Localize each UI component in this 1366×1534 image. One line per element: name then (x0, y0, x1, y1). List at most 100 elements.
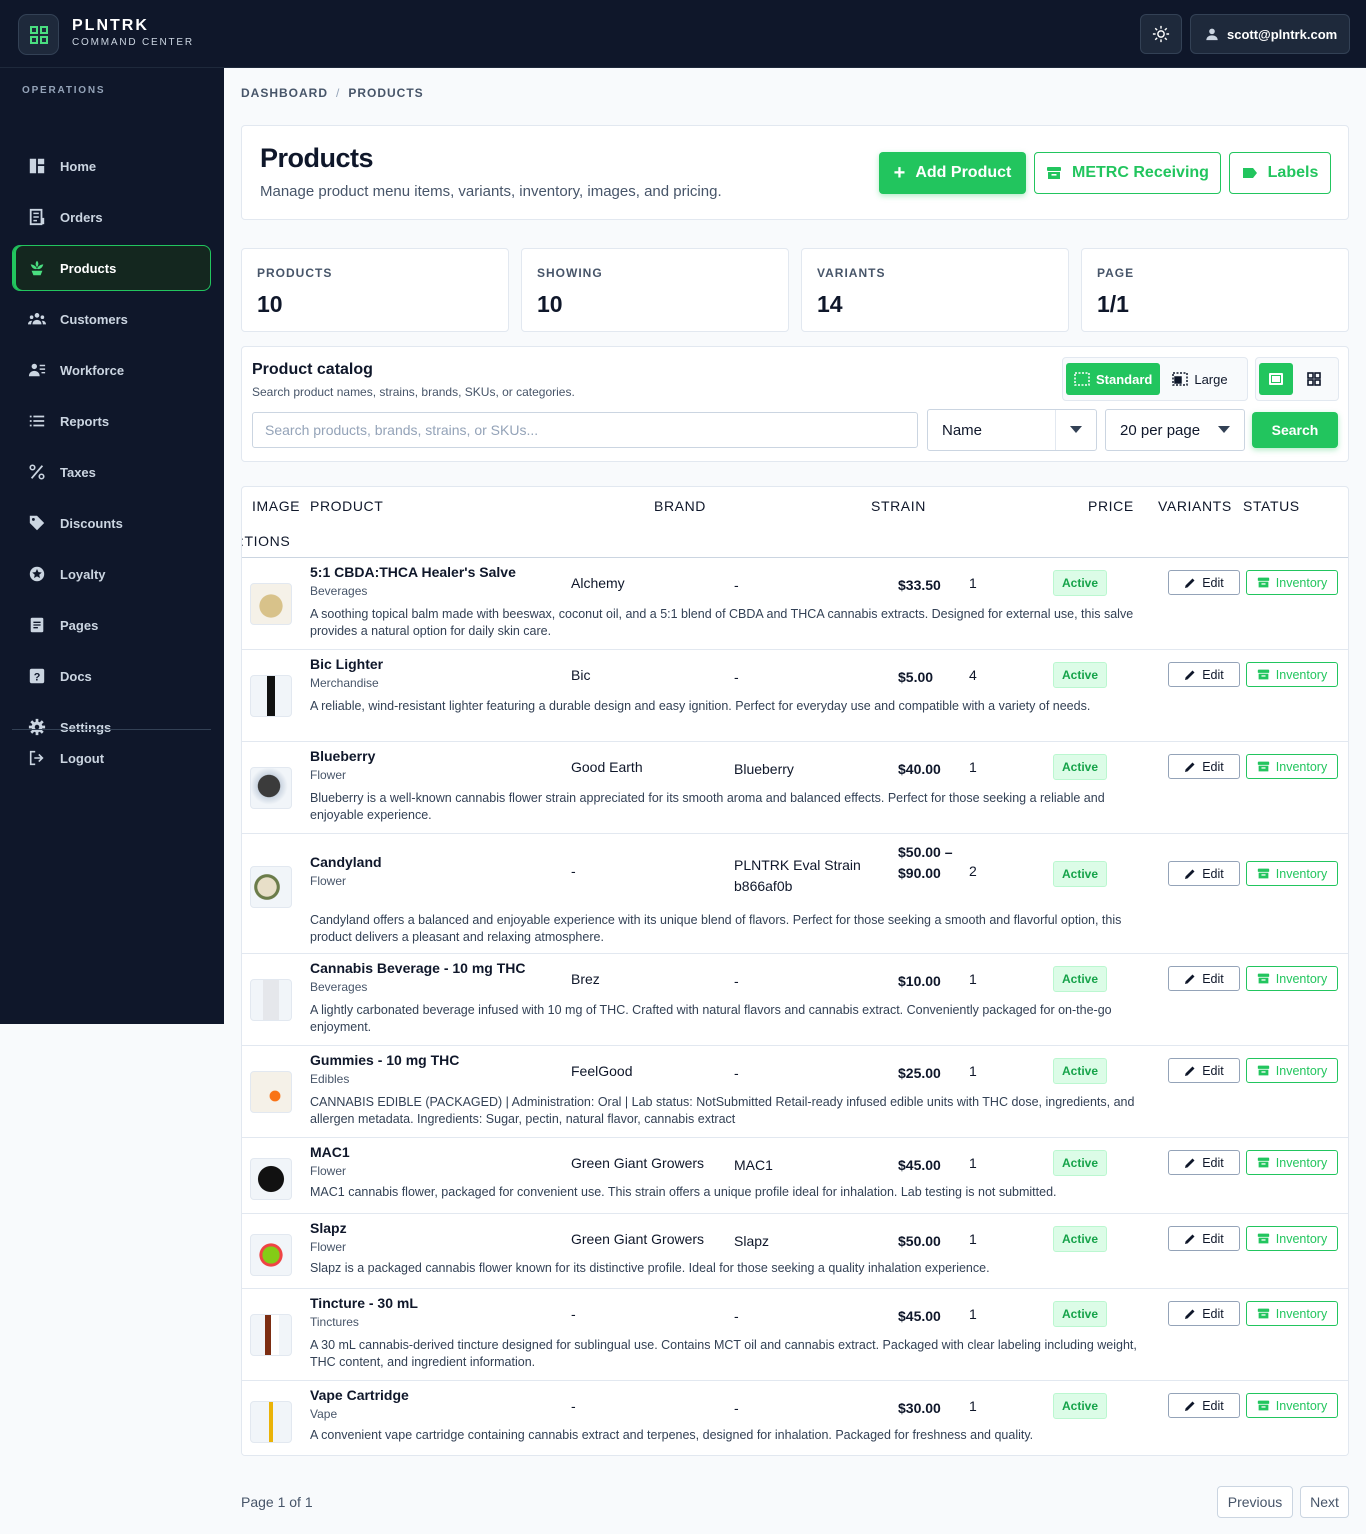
grid-view-button[interactable] (1297, 363, 1331, 395)
edit-button[interactable]: Edit (1168, 662, 1240, 687)
product-category: Beverages (310, 584, 368, 598)
table-row: Vape Cartridge Vape - - $30.00 1 Active Edit Inv… (242, 1381, 1348, 1455)
sidebar-item-discounts[interactable]: Discounts (12, 500, 211, 546)
sidebar-item-orders[interactable]: Orders (12, 194, 211, 240)
product-name[interactable]: 5:1 CBDA:THCA Healer's Salve (310, 564, 516, 580)
next-page-button[interactable]: Next (1300, 1486, 1349, 1518)
product-image[interactable] (250, 583, 292, 625)
product-category: Beverages (310, 980, 368, 994)
product-brand: Bic (571, 667, 591, 683)
edit-button[interactable]: Edit (1168, 1301, 1240, 1326)
product-name[interactable]: Blueberry (310, 748, 375, 764)
product-image[interactable] (250, 1071, 292, 1113)
previous-page-button[interactable]: Previous (1217, 1486, 1293, 1518)
product-strain: - (734, 1400, 739, 1416)
theme-toggle-button[interactable] (1140, 14, 1182, 54)
edit-button[interactable]: Edit (1168, 754, 1240, 779)
add-product-button[interactable]: + Add Product (879, 152, 1026, 194)
product-image[interactable] (250, 675, 292, 717)
edit-button[interactable]: Edit (1168, 1150, 1240, 1175)
user-menu-button[interactable]: scott@plntrk.com (1190, 14, 1350, 54)
page-subtitle: Manage product menu items, variants, inv… (260, 183, 722, 200)
page-title: Products (260, 143, 374, 173)
product-price: $45.00 (898, 1157, 941, 1173)
labels-button[interactable]: Labels (1229, 152, 1331, 194)
sidebar-item-home[interactable]: Home (12, 143, 211, 189)
sidebar-item-workforce[interactable]: Workforce (12, 347, 211, 393)
logout-button[interactable]: Logout (12, 735, 211, 781)
product-name[interactable]: Vape Cartridge (310, 1387, 409, 1403)
column-header-image[interactable]: IMAGE (252, 498, 300, 514)
edit-button[interactable]: Edit (1168, 966, 1240, 991)
product-price: $10.00 (898, 973, 941, 989)
inventory-button[interactable]: Inventory (1246, 966, 1338, 991)
edit-button[interactable]: Edit (1168, 570, 1240, 595)
inventory-button[interactable]: Inventory (1246, 1393, 1338, 1418)
column-header-strain[interactable]: STRAIN (871, 498, 926, 514)
product-price: $33.50 (898, 577, 941, 593)
inventory-button[interactable]: Inventory (1246, 662, 1338, 687)
inventory-button[interactable]: Inventory (1246, 1150, 1338, 1175)
sidebar-item-products[interactable]: Products (12, 245, 211, 291)
product-name[interactable]: Gummies - 10 mg THC (310, 1052, 459, 1068)
inventory-button[interactable]: Inventory (1246, 861, 1338, 886)
product-image[interactable] (250, 1158, 292, 1200)
product-image[interactable] (250, 1234, 292, 1276)
density-large-button[interactable]: Large (1164, 363, 1235, 395)
product-image[interactable] (250, 1401, 292, 1443)
product-name[interactable]: MAC1 (310, 1144, 350, 1160)
column-header-price[interactable]: PRICE (1088, 498, 1134, 514)
product-name[interactable]: Cannabis Beverage - 10 mg THC (310, 960, 526, 976)
pencil-icon (1185, 974, 1195, 984)
edit-button[interactable]: Edit (1168, 861, 1240, 886)
product-price: $5.00 (898, 669, 934, 685)
star-icon (29, 566, 45, 582)
product-brand: - (571, 1398, 576, 1414)
home-icon (29, 158, 45, 174)
sidebar-item-loyalty[interactable]: Loyalty (12, 551, 211, 597)
search-button[interactable]: Search (1252, 412, 1338, 448)
sidebar-item-pages[interactable]: Pages (12, 602, 211, 648)
breadcrumb-dashboard[interactable]: DASHBOARD (241, 86, 328, 100)
edit-button[interactable]: Edit (1168, 1393, 1240, 1418)
inventory-button[interactable]: Inventory (1246, 1058, 1338, 1083)
product-name[interactable]: Candyland (310, 854, 382, 870)
column-header-variants[interactable]: VARIANTS (1158, 498, 1232, 514)
archive-icon (1257, 1157, 1269, 1168)
product-name[interactable]: Tincture - 30 mL (310, 1295, 418, 1311)
column-header-brand[interactable]: BRAND (654, 498, 706, 514)
inventory-button[interactable]: Inventory (1246, 1301, 1338, 1326)
sort-select[interactable]: Name (927, 409, 1097, 451)
metrc-receiving-button[interactable]: METRC Receiving (1034, 152, 1221, 194)
sidebar-item-label: Customers (60, 311, 128, 327)
logo-grid-icon[interactable] (18, 14, 59, 55)
product-search-input[interactable] (252, 412, 918, 448)
per-page-select[interactable]: 20 per page (1105, 409, 1245, 451)
help-icon: ? (29, 668, 45, 684)
column-header-status[interactable]: STATUS (1243, 498, 1300, 514)
product-name[interactable]: Bic Lighter (310, 656, 383, 672)
column-header-product[interactable]: PRODUCT (310, 498, 383, 514)
product-variants-count: 1 (969, 1231, 977, 1247)
inventory-button[interactable]: Inventory (1246, 1226, 1338, 1251)
product-image[interactable] (250, 767, 292, 809)
density-standard-button[interactable]: Standard (1066, 363, 1161, 395)
sidebar-item-reports[interactable]: Reports (12, 398, 211, 444)
sidebar-item-label: Taxes (60, 464, 96, 480)
product-image[interactable] (250, 866, 292, 908)
inventory-button[interactable]: Inventory (1246, 754, 1338, 779)
sidebar-item-customers[interactable]: Customers (12, 296, 211, 342)
list-view-button[interactable] (1259, 363, 1293, 395)
sidebar-item-docs[interactable]: ? Docs (12, 653, 211, 699)
product-image[interactable] (250, 1314, 292, 1356)
product-image[interactable] (250, 979, 292, 1021)
product-variants-count: 1 (969, 1306, 977, 1322)
edit-button[interactable]: Edit (1168, 1058, 1240, 1083)
density-standard-label: Standard (1096, 371, 1153, 387)
inventory-button[interactable]: Inventory (1246, 570, 1338, 595)
sidebar-item-taxes[interactable]: Taxes (12, 449, 211, 495)
sun-icon (1152, 25, 1170, 43)
status-badge: Active (1053, 1058, 1107, 1084)
product-name[interactable]: Slapz (310, 1220, 347, 1236)
edit-button[interactable]: Edit (1168, 1226, 1240, 1251)
